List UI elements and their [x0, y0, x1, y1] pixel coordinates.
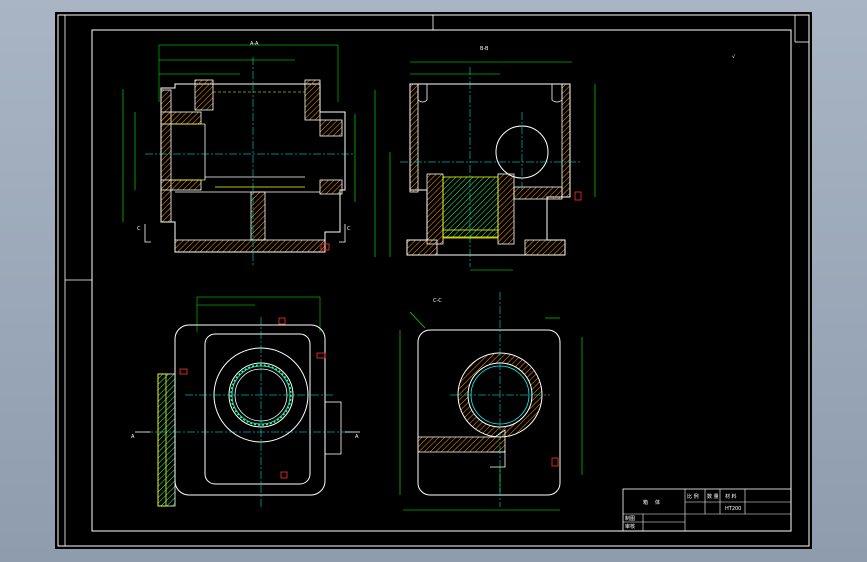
part-name-char-2: 体: [655, 499, 660, 506]
title-block: 箱 体 比 例 数 量 材 料 HT200 制图 审核: [622, 488, 792, 532]
section-mark-c-right: C: [347, 226, 351, 232]
role-reviewer: 审核: [625, 523, 635, 530]
view-label-a-a: A-A: [250, 41, 259, 47]
section-mark-a-right: A: [355, 434, 359, 440]
view-a-a: A-A C C: [122, 41, 376, 267]
view-label-c-c: C-C: [433, 298, 442, 304]
scale-header: 比 例: [687, 493, 699, 500]
view-label-b-b: B-B: [480, 46, 489, 52]
view-plan: A A: [131, 296, 360, 507]
svg-text:√: √: [732, 54, 736, 60]
material-header: 材 料: [725, 493, 737, 500]
cad-drawing: √ A-A C C B-B A A C-C 箱 体 比 例 数 量 材 料 HT…: [57, 14, 810, 547]
roughness-symbol: √: [732, 54, 736, 60]
drawing-sheet: √ A-A C C B-B A A C-C 箱 体 比 例 数 量 材 料 HT…: [55, 12, 812, 549]
material-value: HT200: [725, 506, 741, 512]
section-mark-a-left: A: [131, 434, 135, 440]
quantity-header: 数 量: [707, 493, 719, 500]
section-mark-c-left: C: [137, 226, 141, 232]
view-b-b: B-B: [389, 46, 596, 271]
role-drafter: 制图: [625, 515, 635, 522]
part-name-char-1: 箱: [643, 499, 648, 506]
view-c-c: C-C: [399, 292, 583, 511]
